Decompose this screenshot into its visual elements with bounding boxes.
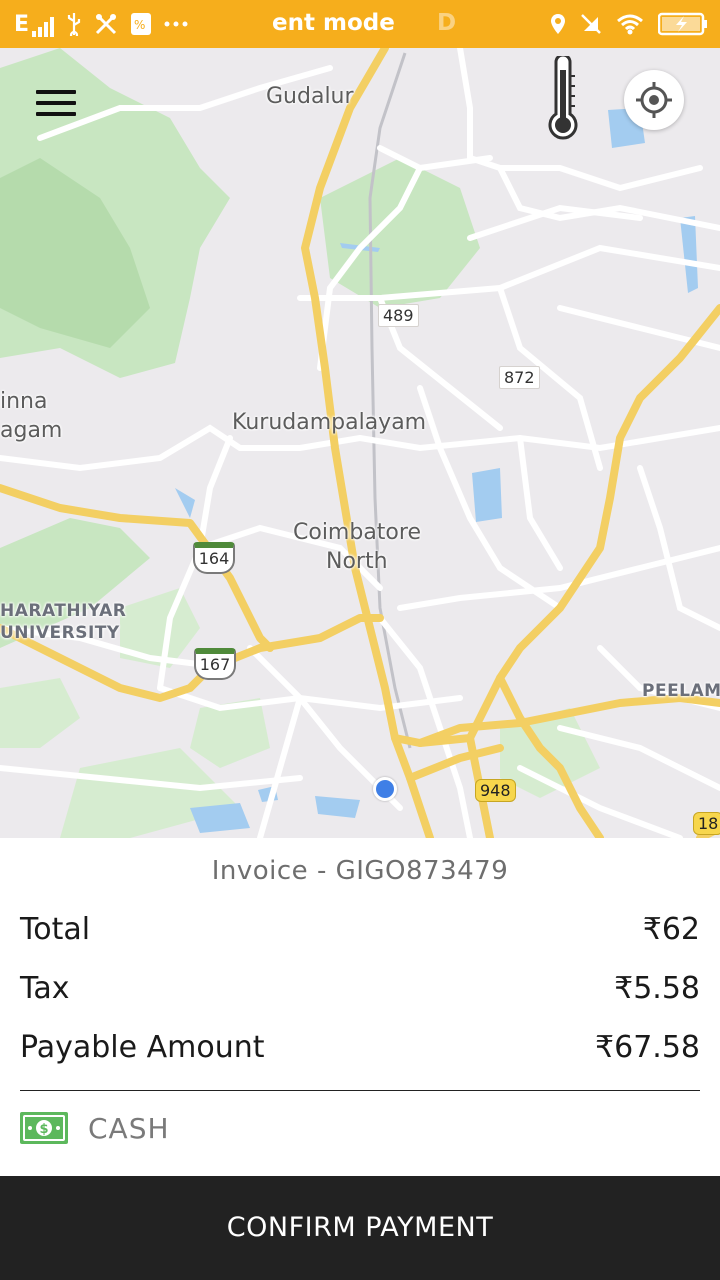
status-bar: E % ent mode D (0, 0, 720, 48)
battery-charging-icon (658, 12, 708, 36)
tools-icon (94, 12, 118, 36)
wifi-icon (616, 13, 644, 35)
data-saver-icon: % (130, 12, 152, 36)
svg-text:$: $ (39, 1122, 48, 1137)
road-shield-18: 18 (693, 812, 720, 835)
map-label-north: North (326, 549, 388, 574)
map-label-coimbatore: Coimbatore (293, 520, 421, 545)
status-ticker-text: ent mode (272, 10, 395, 36)
payment-method-label: CASH (88, 1111, 170, 1145)
road-shield-948: 948 (475, 779, 516, 802)
map-label-peelamedu: PEELAME (642, 681, 720, 701)
road-shield-489: 489 (378, 304, 419, 327)
map-label-university: UNIVERSITY (0, 623, 120, 643)
thermometer-icon (548, 53, 578, 140)
thermometer-button[interactable] (544, 53, 582, 142)
confirm-payment-button[interactable]: CONFIRM PAYMENT (0, 1176, 720, 1280)
usb-icon (66, 12, 82, 36)
payment-method-selector[interactable]: $ CASH (20, 1110, 170, 1146)
status-left-group: E % (14, 10, 188, 38)
locate-me-button[interactable] (624, 70, 684, 130)
hamburger-menu-icon (36, 90, 76, 116)
invoice-panel: Invoice - GIGO873479 Total ₹62 Tax ₹5.58… (0, 838, 720, 1176)
invoice-row-payable: Payable Amount ₹67.58 (20, 1030, 700, 1070)
app-root: E % ent mode D Gudalur inna agam Kurudam… (0, 0, 720, 1280)
map-label-kurudampalayam: Kurudampalayam (232, 410, 427, 435)
map-label-bharathiyar: HARATHIYAR (0, 601, 127, 621)
more-dots-icon (164, 20, 188, 28)
invoice-row-tax: Tax ₹5.58 (20, 971, 700, 1011)
invoice-title: Invoice - GIGO873479 (211, 856, 509, 886)
signal-icon: E (14, 11, 55, 37)
invoice-divider (20, 1090, 700, 1091)
road-shield-872: 872 (499, 366, 540, 389)
invoice-row-total: Total ₹62 (20, 912, 700, 952)
status-ticker-fade: D (437, 10, 457, 36)
tax-value: ₹5.58 (614, 971, 700, 1006)
cash-note-icon: $ (20, 1112, 68, 1144)
menu-button[interactable] (36, 90, 76, 120)
total-label: Total (20, 912, 91, 947)
map-tiles (0, 48, 720, 838)
locate-me-icon (636, 82, 672, 118)
payable-amount-value: ₹67.58 (595, 1030, 700, 1065)
current-location-marker (373, 777, 397, 801)
location-pin-icon (550, 13, 566, 35)
highway-shield-164: 164 (193, 542, 235, 574)
map-label-chinna-line2: agam (0, 418, 63, 443)
svg-text:%: % (134, 18, 145, 32)
tax-label: Tax (20, 971, 70, 1006)
network-type-label: E (14, 11, 30, 37)
map-view[interactable]: Gudalur inna agam Kurudampalayam Coimbat… (0, 48, 720, 838)
status-right-group (550, 10, 708, 38)
muted-notification-icon (580, 13, 602, 35)
payable-amount-label: Payable Amount (20, 1030, 265, 1065)
map-label-gudalur: Gudalur (266, 84, 354, 109)
highway-shield-167: 167 (194, 648, 236, 680)
map-label-chinna-line1: inna (0, 389, 48, 414)
total-value: ₹62 (642, 912, 700, 947)
